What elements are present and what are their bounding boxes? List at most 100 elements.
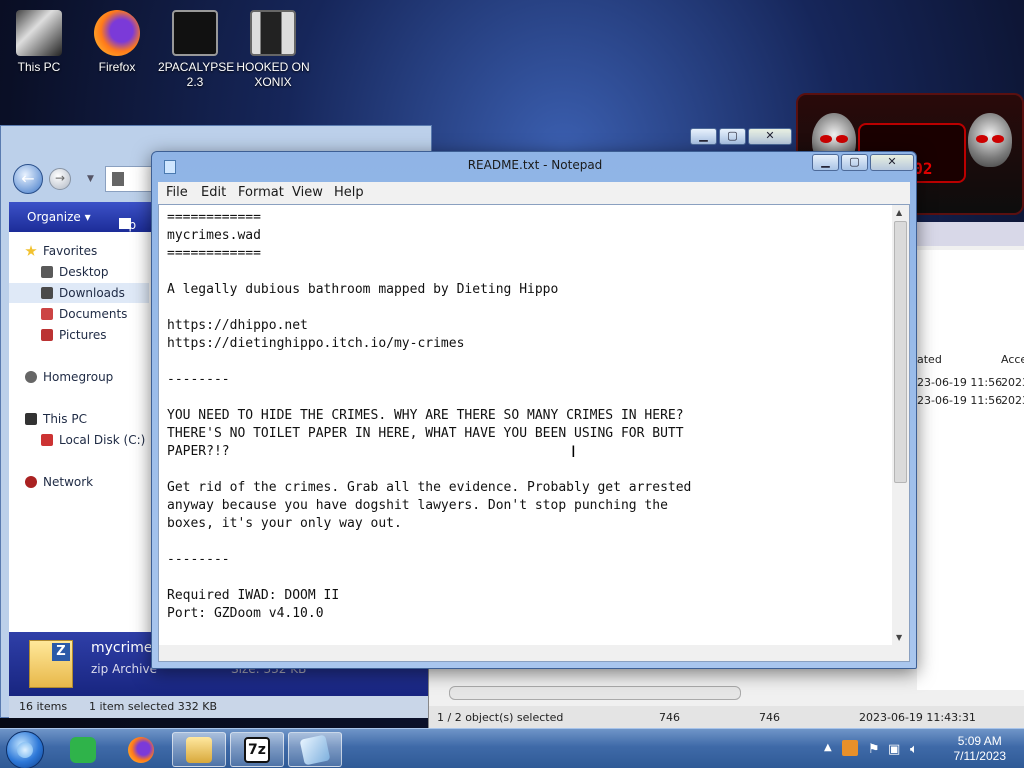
maximize-icon: ▢ (849, 155, 860, 168)
open-button-label: Op (119, 218, 137, 232)
desktop-icon-label: 2PACALYPSE 2.3 (158, 60, 235, 89)
modified-date: 2023-06-19 11:43:31 (859, 711, 976, 724)
explorer-status-bar: 16 items 1 item selected 332 KB (9, 696, 433, 718)
chevron-down-icon[interactable]: ▼ (87, 174, 94, 184)
arrow-left-icon: ← (21, 169, 35, 188)
close-icon: ✕ (765, 129, 775, 142)
close-icon: ✕ (887, 155, 897, 168)
desktop-icon-label: Firefox (98, 60, 136, 74)
7zip-status-bar: 1 / 2 object(s) selected 746 746 2023-06… (429, 706, 1024, 728)
menu-view[interactable]: View (292, 185, 323, 200)
scroll-up-icon[interactable]: ▲ (896, 208, 902, 217)
terminal-icon (172, 10, 218, 56)
sidebar-item-pictures[interactable]: Pictures (41, 328, 107, 342)
close-button[interactable]: ✕ (870, 154, 914, 171)
taskbar-sticky-notes[interactable] (56, 732, 110, 767)
clock[interactable]: 5:09 AM 7/11/2023 (954, 734, 1007, 764)
close-button[interactable]: ✕ (748, 128, 792, 145)
sidebar-item-label: Pictures (59, 328, 107, 342)
minimize-button[interactable]: ▁ (690, 128, 717, 145)
forward-button[interactable]: → (49, 168, 71, 190)
menu-file[interactable]: File (166, 185, 188, 200)
desktop-icon-2pacalypse[interactable]: 2PACALYPSE 2.3 (158, 8, 235, 90)
minimize-icon: ▁ (821, 155, 830, 168)
selection-info: 1 item selected 332 KB (89, 700, 218, 713)
document-text: ============ mycrimes.wad ============ A… (167, 210, 692, 621)
taskbar-notepad[interactable] (288, 732, 342, 767)
packed-size: 746 (759, 711, 780, 724)
menu-help[interactable]: Help (334, 185, 364, 200)
sidebar-item-label: Favorites (43, 244, 98, 258)
sidebar-item-desktop[interactable]: Desktop (41, 265, 109, 279)
volume-icon[interactable]: 🔈︎ (910, 742, 918, 757)
zip-file-icon: Z (29, 640, 73, 688)
scrollbar-thumb[interactable] (894, 221, 907, 483)
downloads-folder-icon (41, 287, 53, 299)
show-hidden-icons-chevron-icon[interactable]: ▲ (824, 742, 832, 753)
folder-icon (186, 736, 212, 763)
details-file-name: mycrimes (91, 640, 160, 656)
notepad-icon (299, 734, 331, 765)
sidebar-item-label: This PC (43, 412, 87, 426)
organize-button[interactable]: Organize ▾ (27, 210, 91, 224)
desktop-icon-firefox[interactable]: Firefox (80, 8, 154, 75)
sidebar-item-label: Local Disk (C:) (59, 433, 146, 447)
documents-folder-icon (41, 308, 53, 320)
notepad-window-controls: ▁ ▢ ✕ (812, 154, 914, 171)
row-accessed: 2023 (1001, 376, 1024, 389)
sidebar-item-label: Desktop (59, 265, 109, 279)
menu-format[interactable]: Format (238, 185, 284, 200)
sidebar-item-label: Network (43, 475, 94, 489)
sticky-notes-icon (70, 736, 96, 763)
taskbar: 7z ▲ ⚑ ▣ 🔈︎ 5:09 AM 7/11/2023 (0, 728, 1024, 768)
object-selection-info: 1 / 2 object(s) selected (437, 711, 564, 724)
minimize-button[interactable]: ▁ (812, 154, 839, 171)
computer-icon (25, 413, 37, 425)
column-header-created[interactable]: ated (917, 353, 942, 366)
taskbar-file-explorer[interactable] (172, 732, 226, 767)
sidebar-item-network[interactable]: Network (25, 475, 93, 489)
text-cursor-icon: I (571, 444, 576, 460)
app-tray-icon[interactable] (842, 740, 858, 756)
alien-head-icon (968, 113, 1012, 167)
item-count: 16 items (19, 700, 68, 713)
maximize-icon: ▢ (727, 129, 738, 142)
sidebar-item-documents[interactable]: Documents (41, 307, 127, 321)
sidebar-item-local-disk[interactable]: Local Disk (C:) (41, 433, 145, 447)
menu-edit[interactable]: Edit (201, 185, 226, 200)
sidebar-item-favorites[interactable]: Favorites (25, 244, 97, 258)
column-header-accessed[interactable]: Acce (1001, 353, 1024, 366)
sidebar-item-this-pc[interactable]: This PC (25, 412, 87, 426)
flag-icon[interactable]: ⚑ (868, 742, 880, 757)
windows-orb-icon (17, 742, 33, 758)
maximize-button[interactable]: ▢ (719, 128, 746, 145)
sidebar-item-label: Downloads (59, 286, 125, 300)
back-button[interactable]: ← (13, 164, 43, 194)
homegroup-icon (25, 371, 37, 383)
network-status-icon[interactable]: ▣ (888, 742, 900, 757)
7zip-icon: 7z (244, 736, 270, 763)
taskbar-firefox[interactable] (114, 732, 168, 767)
firefox-icon (94, 10, 140, 56)
horizontal-scrollbar[interactable] (449, 686, 741, 700)
desktop-icon-label: This PC (17, 60, 61, 74)
sidebar-item-homegroup[interactable]: Homegroup (25, 370, 113, 384)
pictures-folder-icon (41, 329, 53, 341)
maximize-button[interactable]: ▢ (841, 154, 868, 171)
folder-icon (112, 172, 124, 186)
text-editor-area[interactable]: ============ mycrimes.wad ============ A… (158, 204, 910, 662)
scroll-down-icon[interactable]: ▼ (896, 633, 902, 642)
notepad-window[interactable]: README.txt - Notepad ▁ ▢ ✕ File Edit For… (151, 151, 917, 669)
window-title: README.txt - Notepad (467, 158, 603, 172)
minimize-icon: ▁ (699, 129, 708, 142)
desktop-icon-xonix[interactable]: HOOKED ON XONIX (236, 8, 310, 90)
row-accessed: 2023 (1001, 394, 1024, 407)
network-icon (25, 476, 37, 488)
start-button[interactable] (6, 731, 44, 768)
editor-bottom-bar (159, 645, 909, 661)
taskbar-7zip[interactable]: 7z (230, 732, 284, 767)
computer-icon (16, 10, 62, 56)
desktop-icon-this-pc[interactable]: This PC (2, 8, 76, 75)
vertical-scrollbar[interactable]: ▲ ▼ (892, 205, 909, 645)
sidebar-item-downloads[interactable]: Downloads (9, 283, 149, 303)
